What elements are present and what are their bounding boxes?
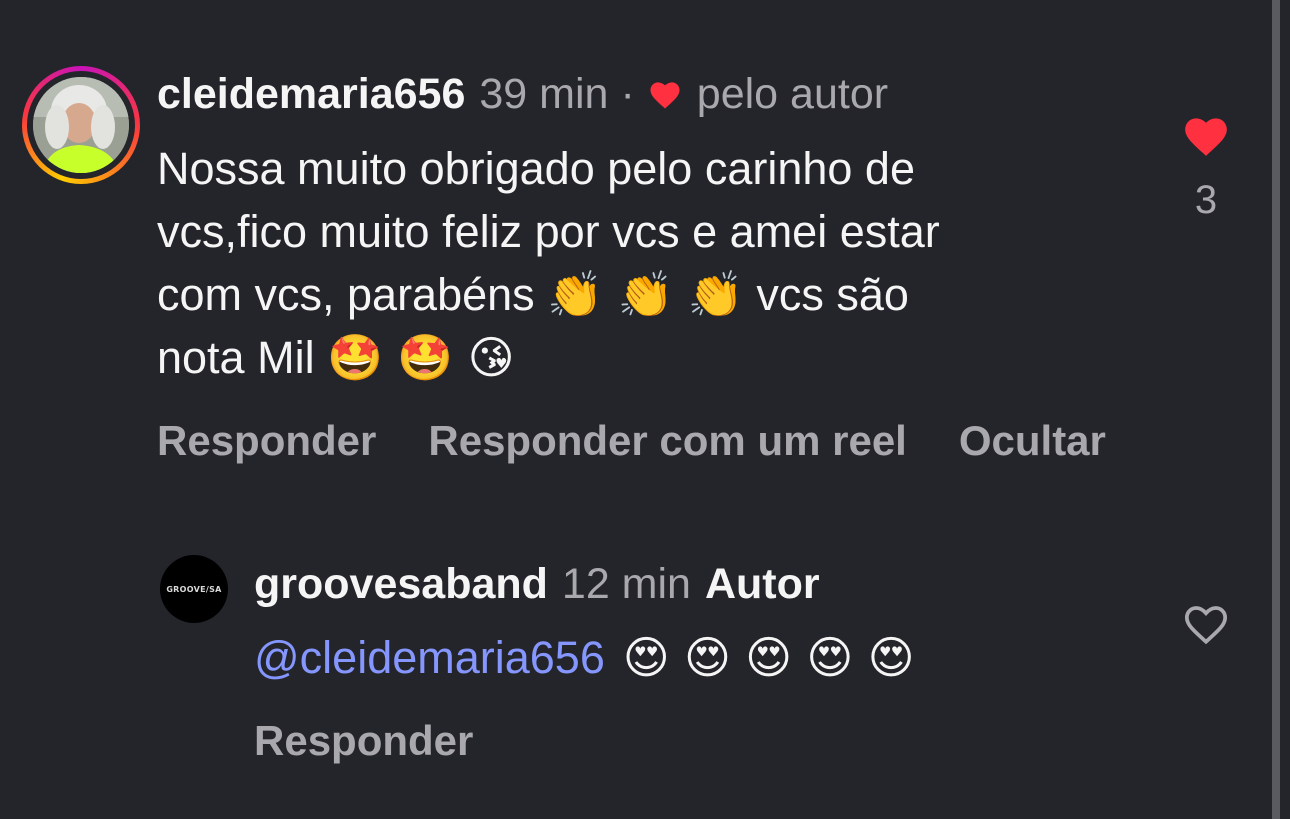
comment-username[interactable]: cleidemaria656	[157, 70, 465, 119]
comments-screen: cleidemaria656 39 min · pelo autor Nossa…	[0, 0, 1290, 819]
comment-actions: Responder Responder com um reel Ocultar	[157, 414, 1106, 468]
comment-line: vcs,fico muito feliz por vcs e amei esta…	[157, 206, 940, 257]
comment-text: @cleidemaria656 😍 😍 😍 😍 😍	[254, 626, 915, 689]
comment-actions: Responder	[254, 714, 473, 768]
author-badge: Autor	[704, 559, 820, 608]
reply-button[interactable]: Responder	[254, 717, 473, 765]
comment-text: Nossa muito obrigado pelo carinho de vcs…	[157, 137, 940, 389]
liked-by-author-label: pelo autor	[696, 69, 889, 118]
comment-line: Nossa muito obrigado pelo carinho de	[157, 143, 915, 194]
mention-link[interactable]: @cleidemaria656	[254, 632, 605, 683]
hide-button[interactable]: Ocultar	[959, 417, 1106, 465]
like-count: 3	[1194, 178, 1218, 222]
comment-line: com vcs, parabéns 👏 👏 👏 vcs são	[157, 268, 909, 321]
clap-emoji: 👏 👏 👏	[547, 268, 744, 321]
comment-like	[1176, 600, 1236, 646]
heart-outline-icon[interactable]	[1181, 600, 1231, 646]
star-struck-emoji: 🤩 🤩 😘	[327, 331, 515, 384]
reply-with-reel-button[interactable]: Responder com um reel	[428, 417, 906, 465]
comment-line: nota Mil 🤩 🤩 😘	[157, 331, 515, 384]
comment-header: groovesaband 12 min Autor	[254, 556, 820, 612]
comment-username[interactable]: groovesaband	[254, 560, 548, 609]
heart-eyes-emoji: 😍 😍 😍 😍 😍	[622, 631, 915, 684]
user-photo-icon	[33, 77, 129, 173]
like-heart-icon[interactable]	[1181, 112, 1231, 158]
avatar	[33, 77, 129, 173]
comment-time: 12 min	[561, 559, 691, 608]
reply-button[interactable]: Responder	[157, 417, 376, 465]
avatar[interactable]: GROOVE/SA	[160, 555, 228, 623]
comment-header: cleidemaria656 39 min · pelo autor	[157, 66, 888, 122]
comment-like: 3	[1176, 112, 1236, 223]
scrollbar[interactable]	[1272, 0, 1280, 819]
heart-filled-icon	[647, 78, 683, 110]
avatar-story-ring[interactable]	[22, 66, 140, 184]
meta-separator: ·	[620, 69, 635, 118]
brand-logo: GROOVE/SA	[166, 584, 222, 594]
comment-time: 39 min	[479, 69, 609, 118]
